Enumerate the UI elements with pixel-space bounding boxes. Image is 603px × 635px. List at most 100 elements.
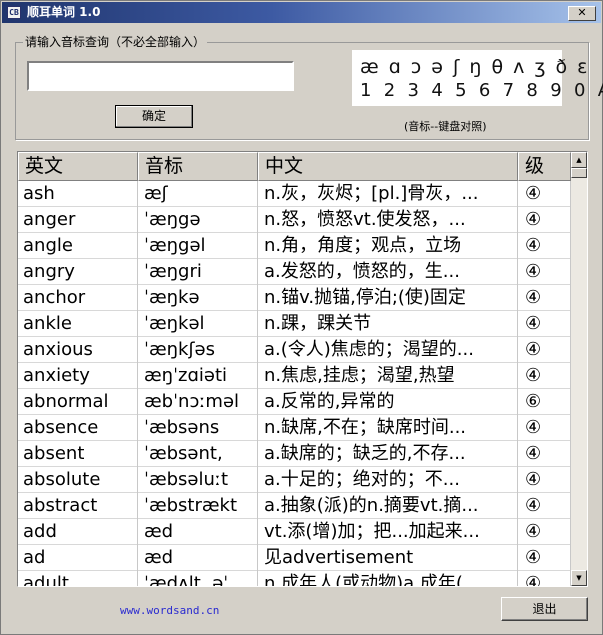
table-row[interactable]: ankle ˈæŋkəl n.踝，踝关节 ④ xyxy=(18,311,571,337)
cell-meaning: a.抽象(派)的n.摘要vt.摘... xyxy=(258,493,518,519)
cell-meaning: a.发怒的，愤怒的，生... xyxy=(258,259,518,285)
exit-button[interactable]: 退出 xyxy=(501,597,588,621)
cell-phonetic: ˈæŋkʃəs xyxy=(138,337,258,363)
column-header-word[interactable]: 英文 xyxy=(18,152,138,181)
cell-level: ④ xyxy=(518,311,571,337)
cell-word: anchor xyxy=(18,285,138,311)
cell-phonetic: ˈæbsənt, xyxy=(138,441,258,467)
table-row[interactable]: angry ˈæŋgri a.发怒的，愤怒的，生... ④ xyxy=(18,259,571,285)
cell-meaning: a.(令人)焦虑的；渴望的... xyxy=(258,337,518,363)
cell-level: ④ xyxy=(518,545,571,571)
cell-word: abstract xyxy=(18,493,138,519)
cell-meaning: 见advertisement xyxy=(258,545,518,571)
table-row[interactable]: absence ˈæbsəns n.缺席,不在；缺席时间... ④ xyxy=(18,415,571,441)
table-row[interactable]: anchor ˈæŋkə n.锚v.抛锚,停泊;(使)固定 ④ xyxy=(18,285,571,311)
app-icon: CB xyxy=(7,6,21,19)
cell-phonetic: ˈæŋgri xyxy=(138,259,258,285)
phonetic-symbols: æ ɑ ɔ ə ʃ ŋ θ ʌ ʒ ð ɛ xyxy=(360,56,590,78)
table-row[interactable]: anger ˈæŋgə n.怒，愤怒vt.使发怒，... ④ xyxy=(18,207,571,233)
table-row[interactable]: abnormal æbˈnɔːməl a.反常的,异常的 ⑥ xyxy=(18,389,571,415)
cell-meaning: n.锚v.抛锚,停泊;(使)固定 xyxy=(258,285,518,311)
table-row[interactable]: add æd vt.添(增)加；把...加起来... ④ xyxy=(18,519,571,545)
title-bar[interactable]: CB 顺耳单词 1.0 ✕ xyxy=(2,2,601,23)
cell-phonetic: ˈæŋkəl xyxy=(138,311,258,337)
table-row[interactable]: ad æd 见advertisement ④ xyxy=(18,545,571,571)
column-header-phonetic[interactable]: 音标 xyxy=(138,152,258,181)
cell-meaning: vt.添(增)加；把...加起来... xyxy=(258,519,518,545)
cell-meaning: n.怒，愤怒vt.使发怒，... xyxy=(258,207,518,233)
cell-word: absolute xyxy=(18,467,138,493)
scroll-up-icon[interactable]: ▲ xyxy=(571,152,587,168)
cell-phonetic: ˈæbstrækt xyxy=(138,493,258,519)
cell-word: abnormal xyxy=(18,389,138,415)
cell-phonetic: ˈæŋkə xyxy=(138,285,258,311)
table-row[interactable]: absolute ˈæbsəluːt a.十足的；绝对的；不... ④ xyxy=(18,467,571,493)
table-row[interactable]: abstract ˈæbstrækt a.抽象(派)的n.摘要vt.摘... ④ xyxy=(18,493,571,519)
table-row[interactable]: anxiety æŋˈzɑiəti n.焦虑,挂虑；渴望,热望 ④ xyxy=(18,363,571,389)
cell-word: add xyxy=(18,519,138,545)
cell-meaning: a.反常的,异常的 xyxy=(258,389,518,415)
confirm-button[interactable]: 确定 xyxy=(115,105,193,128)
cell-level: ④ xyxy=(518,207,571,233)
search-group-label: 请输入音标查询（不必全部输入） xyxy=(23,34,208,50)
cell-meaning: n.缺席,不在；缺席时间... xyxy=(258,415,518,441)
cell-word: ash xyxy=(18,181,138,207)
cell-phonetic: ˈæŋgə xyxy=(138,207,258,233)
phonetic-keys: 1 2 3 4 5 6 7 8 9 0 A xyxy=(360,80,603,101)
cell-word: adult xyxy=(18,571,138,586)
phonetic-search-input[interactable] xyxy=(27,61,294,91)
cell-word: angry xyxy=(18,259,138,285)
cell-level: ④ xyxy=(518,233,571,259)
cell-level: ④ xyxy=(518,415,571,441)
cell-level: ④ xyxy=(518,181,571,207)
column-header-level[interactable]: 级 xyxy=(518,152,571,181)
cell-word: angle xyxy=(18,233,138,259)
table-row[interactable]: angle ˈæŋgəl n.角，角度；观点，立场 ④ xyxy=(18,233,571,259)
cell-phonetic: æʃ xyxy=(138,181,258,207)
cell-word: absence xyxy=(18,415,138,441)
close-button[interactable]: ✕ xyxy=(568,6,596,21)
cell-phonetic: æd xyxy=(138,545,258,571)
cell-level: ④ xyxy=(518,519,571,545)
cell-word: anxiety xyxy=(18,363,138,389)
cell-phonetic: ˈædʌlt, əˈ xyxy=(138,571,258,586)
cell-meaning: a.缺席的；缺乏的,不存... xyxy=(258,441,518,467)
table-row[interactable]: ash æʃ n.灰，灰烬；[pl.]骨灰，... ④ xyxy=(18,181,571,207)
cell-meaning: n.角，角度；观点，立场 xyxy=(258,233,518,259)
cell-phonetic: æd xyxy=(138,519,258,545)
cell-level: ④ xyxy=(518,285,571,311)
cell-phonetic: ˈæŋgəl xyxy=(138,233,258,259)
table-row[interactable]: anxious ˈæŋkʃəs a.(令人)焦虑的；渴望的... ④ xyxy=(18,337,571,363)
cell-word: ankle xyxy=(18,311,138,337)
cell-level: ④ xyxy=(518,259,571,285)
window-title: 顺耳单词 1.0 xyxy=(27,5,101,19)
phonetic-map-caption: (音标--键盘对照) xyxy=(404,120,487,133)
cell-word: ad xyxy=(18,545,138,571)
cell-level: ⑥ xyxy=(518,389,571,415)
cell-phonetic: ˈæbsəluːt xyxy=(138,467,258,493)
cell-phonetic: ˈæbsəns xyxy=(138,415,258,441)
table-row[interactable]: absent ˈæbsənt, a.缺席的；缺乏的,不存... ④ xyxy=(18,441,571,467)
cell-level: ④ xyxy=(518,441,571,467)
cell-phonetic: æŋˈzɑiəti xyxy=(138,363,258,389)
app-window: CB 顺耳单词 1.0 ✕ 请输入音标查询（不必全部输入） 确定 æ ɑ ɔ ə… xyxy=(0,0,603,635)
cell-level: ④ xyxy=(518,467,571,493)
column-header-meaning[interactable]: 中文 xyxy=(258,152,518,181)
cell-meaning: n.成年人(或动物)a.成年(... xyxy=(258,571,518,586)
cell-phonetic: æbˈnɔːməl xyxy=(138,389,258,415)
cell-level: ④ xyxy=(518,493,571,519)
cell-meaning: n.灰，灰烬；[pl.]骨灰，... xyxy=(258,181,518,207)
table-header: 英文 音标 中文 级 xyxy=(18,152,571,181)
cell-meaning: n.焦虑,挂虑；渴望,热望 xyxy=(258,363,518,389)
website-link[interactable]: www.wordsand.cn xyxy=(120,604,219,618)
table-row[interactable]: adult ˈædʌlt, əˈ n.成年人(或动物)a.成年(... ④ xyxy=(18,571,571,586)
cell-word: anxious xyxy=(18,337,138,363)
word-table: 英文 音标 中文 级 ash æʃ n.灰，灰烬；[pl.]骨灰，... ④ anger… xyxy=(17,151,588,587)
cell-word: anger xyxy=(18,207,138,233)
cell-meaning: n.踝，踝关节 xyxy=(258,311,518,337)
table-body: ash æʃ n.灰，灰烬；[pl.]骨灰，... ④ anger ˈæŋgə n.怒，愤怒… xyxy=(18,181,571,586)
scroll-down-icon[interactable]: ▼ xyxy=(571,570,587,586)
cell-word: absent xyxy=(18,441,138,467)
table-scrollbar[interactable]: ▲ ▼ xyxy=(571,152,587,586)
scroll-thumb[interactable] xyxy=(571,168,587,178)
